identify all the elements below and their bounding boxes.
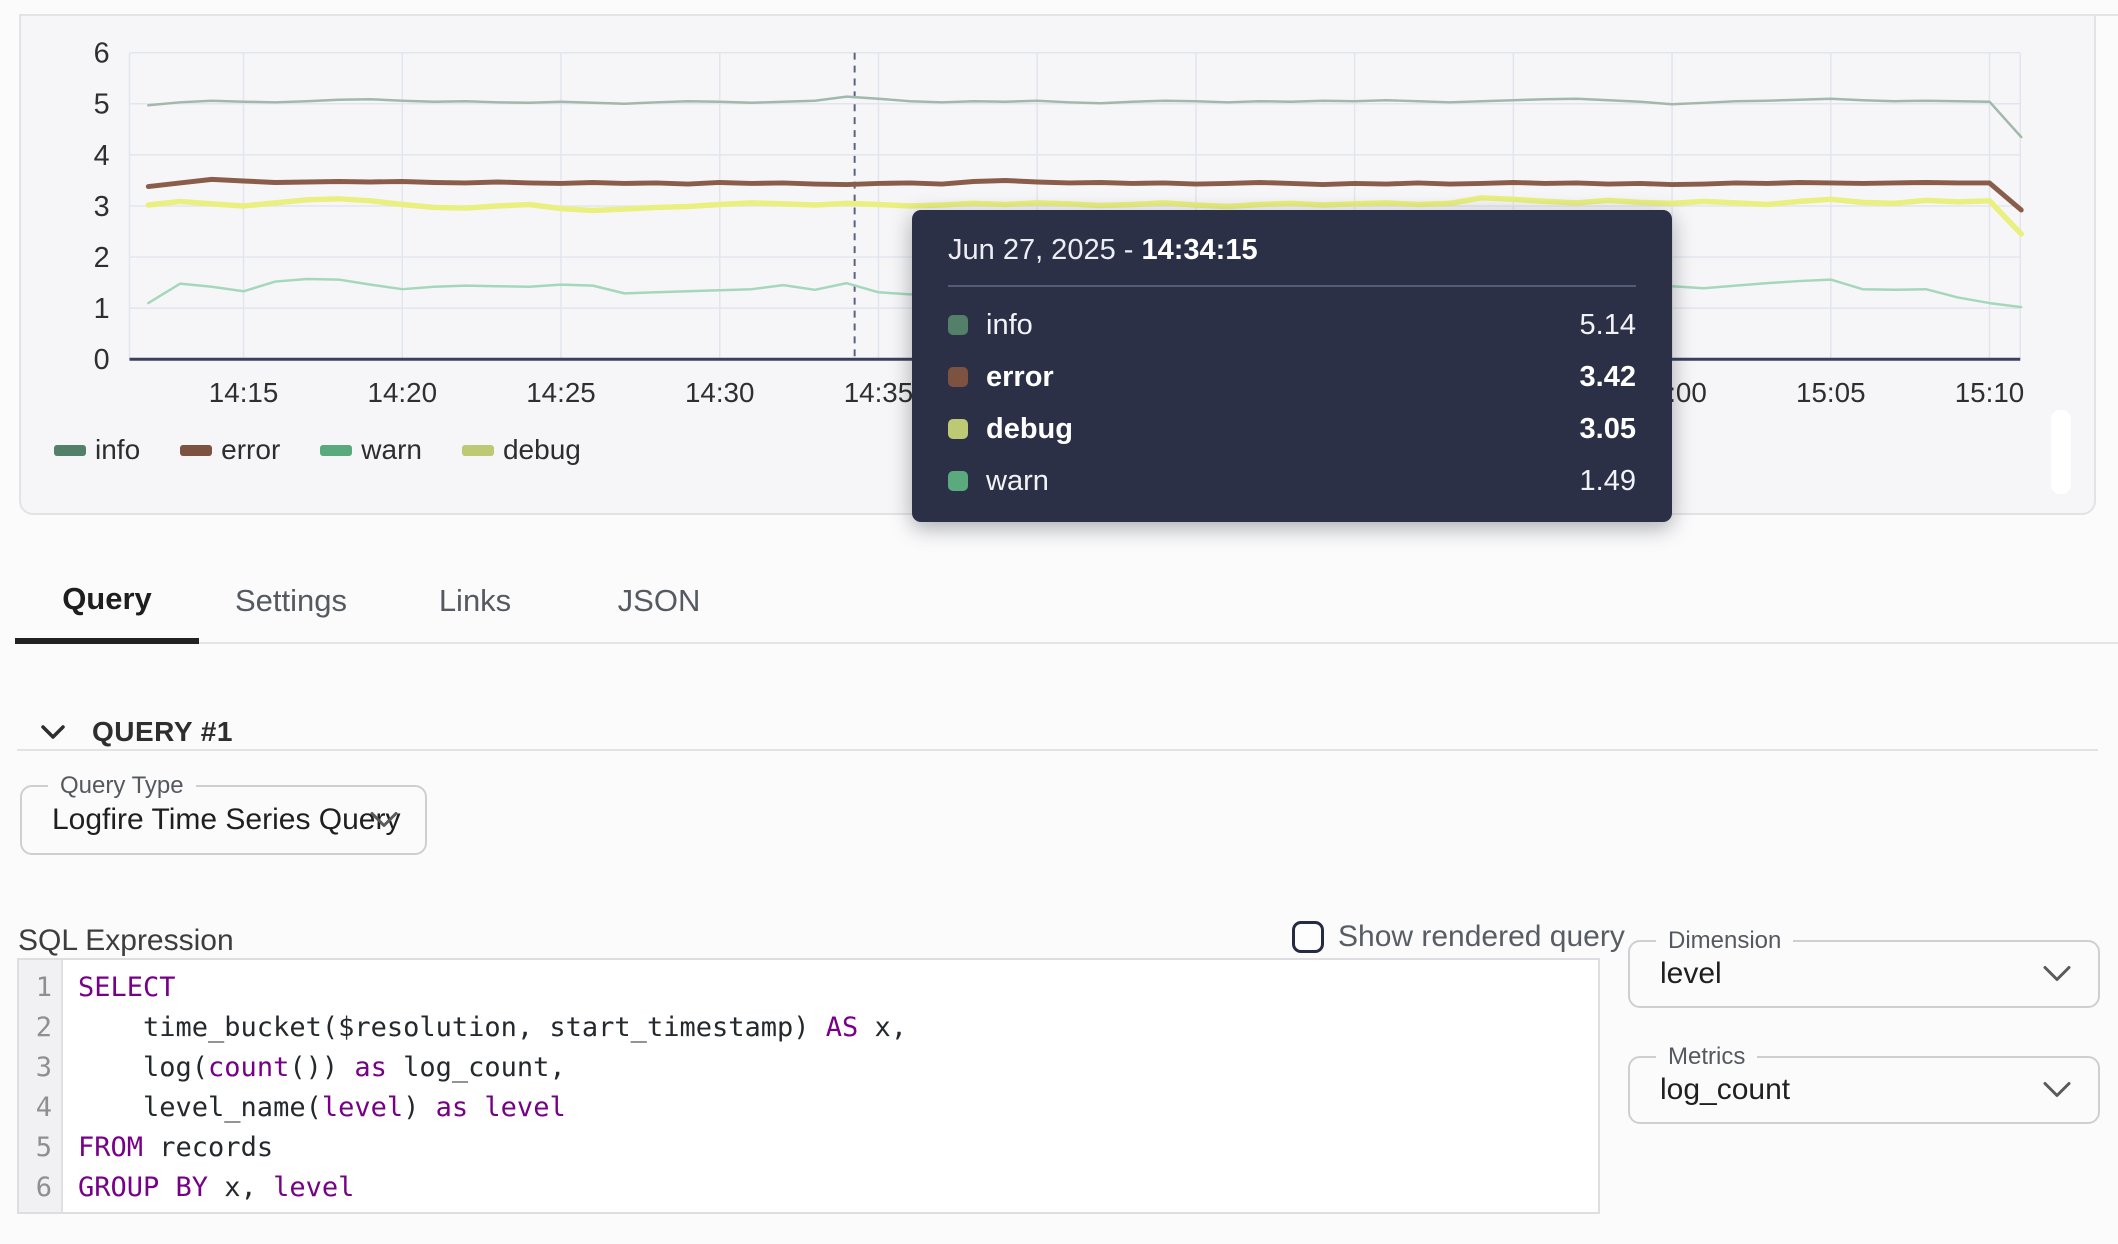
tab-bar: QuerySettingsLinksJSON	[15, 560, 2118, 644]
dimension-value: level	[1660, 957, 1722, 991]
chevron-down-icon	[2042, 1081, 2072, 1100]
legend-swatch-debug	[462, 445, 494, 456]
collapse-query-section[interactable]: QUERY #1	[40, 716, 233, 748]
tooltip-row-info: info 5.14	[948, 299, 1636, 351]
section-divider	[17, 749, 2098, 751]
line-number: 6	[19, 1168, 52, 1208]
tooltip-row-warn: warn 1.49	[948, 455, 1636, 507]
dimension-select[interactable]: Dimension level	[1628, 940, 2100, 1008]
metrics-label: Metrics	[1656, 1043, 1757, 1071]
line-number: 2	[19, 1008, 52, 1048]
series-swatch-info	[948, 315, 968, 335]
tooltip-series-value: 3.42	[1580, 361, 1636, 394]
tooltip-row-debug: debug 3.05	[948, 403, 1636, 455]
series-swatch-debug	[948, 419, 968, 439]
tooltip-row-error: error 3.42	[948, 351, 1636, 403]
svg-text:5: 5	[94, 89, 110, 121]
code-line: FROM records	[78, 1128, 907, 1168]
svg-text:2: 2	[94, 242, 110, 274]
code-line: time_bucket($resolution, start_timestamp…	[78, 1008, 907, 1048]
legend-label: debug	[503, 434, 581, 466]
sql-expression-label: SQL Expression	[18, 924, 234, 958]
query-type-value: Logfire Time Series Query	[52, 803, 400, 837]
editor-code[interactable]: SELECT time_bucket($resolution, start_ti…	[63, 960, 907, 1212]
sql-code-editor[interactable]: 123456 SELECT time_bucket($resolution, s…	[17, 958, 1600, 1214]
chart-scrollbar-thumb[interactable]	[2051, 410, 2071, 494]
tab-settings[interactable]: Settings	[199, 560, 383, 642]
svg-text:0: 0	[94, 344, 110, 376]
line-number: 5	[19, 1128, 52, 1168]
line-number: 1	[19, 968, 52, 1008]
legend-label: info	[95, 434, 140, 466]
legend-swatch-error	[180, 445, 212, 456]
tooltip-series-name: warn	[986, 465, 1562, 498]
tab-links[interactable]: Links	[383, 560, 567, 642]
svg-text:3: 3	[94, 191, 110, 223]
tooltip-divider	[948, 285, 1636, 287]
tooltip-series-value: 5.14	[1580, 309, 1636, 342]
tooltip-series-name: info	[986, 309, 1562, 342]
svg-text:14:15: 14:15	[209, 377, 278, 408]
svg-text:6: 6	[94, 38, 110, 70]
tab-query[interactable]: Query	[15, 560, 199, 644]
chevron-down-icon	[369, 811, 399, 830]
code-line: SELECT	[78, 968, 907, 1008]
editor-line-numbers: 123456	[19, 960, 63, 1212]
metrics-value: log_count	[1660, 1073, 1790, 1107]
tab-json[interactable]: JSON	[567, 560, 751, 642]
series-swatch-error	[948, 367, 968, 387]
svg-text:1: 1	[94, 293, 110, 325]
legend-item-error[interactable]: error	[180, 434, 280, 466]
chevron-down-icon	[2042, 965, 2072, 984]
tooltip-series-value: 1.49	[1580, 465, 1636, 498]
tooltip-timestamp: Jun 27, 2025 - 14:34:15	[948, 210, 1636, 267]
code-line: log(count()) as log_count,	[78, 1048, 907, 1088]
legend-label: error	[221, 434, 280, 466]
svg-text:14:25: 14:25	[526, 377, 595, 408]
dimension-label: Dimension	[1656, 927, 1793, 955]
show-rendered-checkbox[interactable]	[1292, 921, 1324, 953]
svg-text:14:30: 14:30	[685, 377, 754, 408]
code-line: GROUP BY x, level	[78, 1168, 907, 1208]
svg-text:15:10: 15:10	[1955, 377, 2024, 408]
svg-text:14:20: 14:20	[368, 377, 437, 408]
svg-text:14:35: 14:35	[844, 377, 913, 408]
show-rendered-query-toggle[interactable]: Show rendered query	[1292, 920, 1625, 954]
tooltip-series-value: 3.05	[1580, 413, 1636, 446]
query-section-title: QUERY #1	[92, 716, 233, 748]
series-swatch-warn	[948, 471, 968, 491]
line-number: 3	[19, 1048, 52, 1088]
code-line: level_name(level) as level	[78, 1088, 907, 1128]
svg-text:15:05: 15:05	[1796, 377, 1865, 408]
chart-legend: info error warn debug	[54, 434, 581, 466]
legend-swatch-info	[54, 445, 86, 456]
tooltip-series-name: error	[986, 361, 1562, 394]
query-type-select[interactable]: Query Type Logfire Time Series Query	[20, 785, 427, 855]
chart-tooltip: Jun 27, 2025 - 14:34:15 info 5.14 error 3.4…	[912, 210, 1672, 522]
tooltip-series-name: debug	[986, 413, 1562, 446]
legend-item-debug[interactable]: debug	[462, 434, 581, 466]
line-number: 4	[19, 1088, 52, 1128]
show-rendered-label: Show rendered query	[1338, 920, 1625, 954]
panel-top-border	[2094, 14, 2118, 16]
query-type-label: Query Type	[48, 772, 196, 800]
legend-item-warn[interactable]: warn	[320, 434, 422, 466]
chevron-down-icon	[40, 723, 66, 741]
legend-swatch-warn	[320, 445, 352, 456]
legend-label: warn	[361, 434, 422, 466]
svg-text:4: 4	[94, 140, 110, 172]
metrics-select[interactable]: Metrics log_count	[1628, 1056, 2100, 1124]
legend-item-info[interactable]: info	[54, 434, 140, 466]
